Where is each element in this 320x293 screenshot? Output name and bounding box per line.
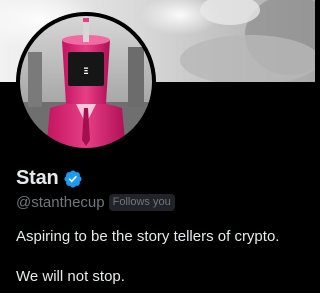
avatar[interactable]: Ξ	[16, 12, 156, 152]
handle-row: @stanthecup Follows you	[16, 194, 175, 211]
bio-line: We will not stop.	[16, 268, 125, 285]
avatar-image: Ξ	[16, 12, 156, 152]
user-handle: @stanthecup	[16, 194, 105, 211]
bio-line: Aspiring to be the story tellers of cryp…	[16, 228, 280, 245]
follows-you-badge: Follows you	[108, 194, 175, 211]
profile-bio: Aspiring to be the story tellers of cryp…	[16, 227, 306, 287]
verified-badge-icon[interactable]	[63, 169, 83, 189]
display-name: Stan	[16, 167, 59, 189]
profile-name-row: Stan	[16, 167, 83, 190]
svg-text:Ξ: Ξ	[83, 67, 89, 77]
